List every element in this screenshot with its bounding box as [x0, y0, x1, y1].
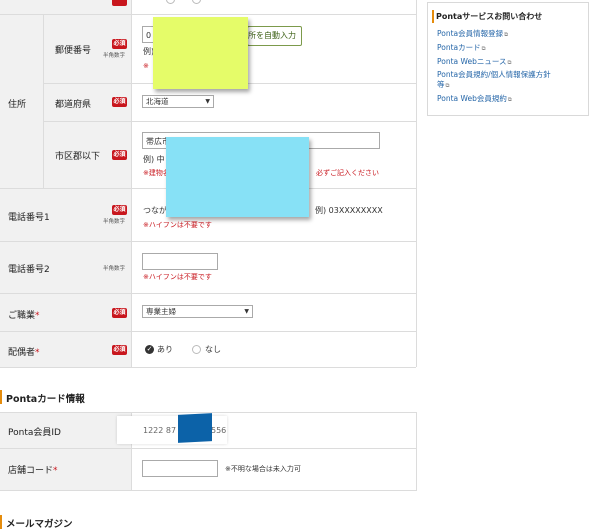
spouse-option-no[interactable]: なし: [205, 344, 221, 355]
sidebar-link-label: Ponta会員情報登録: [437, 29, 504, 38]
radio-top-remnant[interactable]: [166, 0, 175, 4]
phone2-label: 電話番号2: [8, 265, 50, 275]
ponta-service-sidebar: Pontaサービスお問い合わせ Ponta会員情報登録⧉ Pontaカード⧉ P…: [427, 2, 589, 116]
city-example: 例) 中: [143, 155, 165, 164]
external-link-icon: ⧉: [481, 46, 486, 52]
redaction-box-blue: [178, 413, 212, 443]
section-accent-bar: [0, 515, 2, 529]
prefecture-label: 都道府県: [55, 100, 92, 110]
occupation-label-text: ご職業: [8, 311, 36, 321]
sidebar-link-label: Ponta会員規約/個人情報保護方針: [437, 70, 551, 79]
occupation-label: ご職業*: [8, 308, 40, 321]
prefecture-value: 北海道: [146, 97, 169, 106]
ponta-section-title: Pontaカード情報: [6, 394, 85, 405]
city-label: 市区郡以下: [55, 152, 101, 162]
external-link-icon: ⧉: [504, 32, 509, 38]
required-badge: 必須: [112, 205, 127, 215]
sidebar-link-label: 等: [437, 80, 445, 89]
postal-code-label: 郵便番号: [55, 46, 92, 56]
sidebar-accent-bar: [432, 10, 434, 23]
prefecture-select[interactable]: 北海道 ▼: [142, 95, 214, 108]
redaction-sticky-note-blue: [166, 137, 309, 217]
occupation-value: 専業主婦: [146, 307, 176, 316]
required-badge-top-remnant: [112, 0, 127, 6]
spouse-label-text: 配偶者: [8, 348, 36, 358]
sidebar-link-web-terms[interactable]: Ponta Web会員規約⧉: [437, 94, 512, 105]
check-circle-icon[interactable]: ✓: [145, 345, 154, 354]
spouse-label: 配偶者*: [8, 345, 40, 358]
section-accent-bar: [0, 390, 2, 404]
redaction-sticky-note-yellow: [153, 17, 248, 89]
external-link-icon: ⧉: [445, 83, 450, 89]
member-id-label: Ponta会員ID: [8, 428, 61, 438]
half-width-digits-note: 半角数字: [103, 219, 126, 225]
required-badge: 必須: [112, 150, 127, 160]
required-badge: 必須: [112, 308, 127, 318]
phone1-label: 電話番号1: [8, 213, 50, 223]
sidebar-link-web-news[interactable]: Ponta Webニュース⧉: [437, 57, 511, 68]
required-star: *: [35, 311, 40, 321]
required-star: *: [35, 348, 40, 358]
required-badge: 必須: [112, 39, 127, 49]
half-width-digits-note: 半角数字: [103, 53, 126, 59]
member-id-left: 1222 87: [143, 426, 177, 435]
phone1-note: ※ハイフンは不要です: [143, 221, 212, 229]
sidebar-link-terms-privacy-cont[interactable]: 等⧉: [437, 80, 449, 91]
store-code-note: ※不明な場合は未入力可: [225, 465, 301, 473]
external-link-icon: ⧉: [507, 60, 512, 66]
postal-note: ※: [143, 62, 149, 70]
sidebar-link-label: Ponta Webニュース: [437, 57, 507, 66]
required-star: *: [53, 466, 58, 476]
city-note-right: 必ずご記入ください: [316, 169, 379, 177]
half-width-digits-note: 半角数字: [103, 266, 126, 272]
external-link-icon: ⧉: [507, 97, 512, 103]
required-badge: 必須: [112, 97, 127, 107]
sidebar-link-label: Pontaカード: [437, 43, 481, 52]
sidebar-link-member-registration[interactable]: Ponta会員情報登録⧉: [437, 29, 508, 40]
phone1-prefix-text: つなが: [143, 206, 167, 215]
phone2-note: ※ハイフンは不要です: [143, 273, 212, 281]
store-code-label: 店舗コード*: [8, 463, 58, 476]
spouse-radio-no[interactable]: [192, 345, 201, 354]
phone1-example: 例) 03XXXXXXXX: [315, 206, 383, 215]
mail-magazine-title: メールマガジン: [6, 519, 73, 530]
required-badge: 必須: [112, 345, 127, 355]
chevron-down-icon: ▼: [205, 98, 210, 105]
chevron-down-icon: ▼: [244, 308, 249, 315]
sidebar-link-label: Ponta Web会員規約: [437, 94, 507, 103]
occupation-select[interactable]: 専業主婦 ▼: [142, 305, 253, 318]
spouse-option-yes[interactable]: あり: [157, 344, 173, 355]
sidebar-link-terms-privacy[interactable]: Ponta会員規約/個人情報保護方針: [437, 70, 551, 79]
member-id-right: 556: [211, 426, 227, 435]
store-code-label-text: 店舗コード: [8, 466, 54, 476]
phone2-input[interactable]: [142, 253, 218, 270]
store-code-input[interactable]: [142, 460, 218, 477]
radio-top-remnant-2[interactable]: [192, 0, 201, 4]
sidebar-link-ponta-card[interactable]: Pontaカード⧉: [437, 43, 486, 54]
sidebar-title: Pontaサービスお問い合わせ: [436, 12, 543, 21]
address-group-label: 住所: [8, 100, 27, 110]
address-autofill-button[interactable]: 所を自動入力: [247, 26, 302, 46]
